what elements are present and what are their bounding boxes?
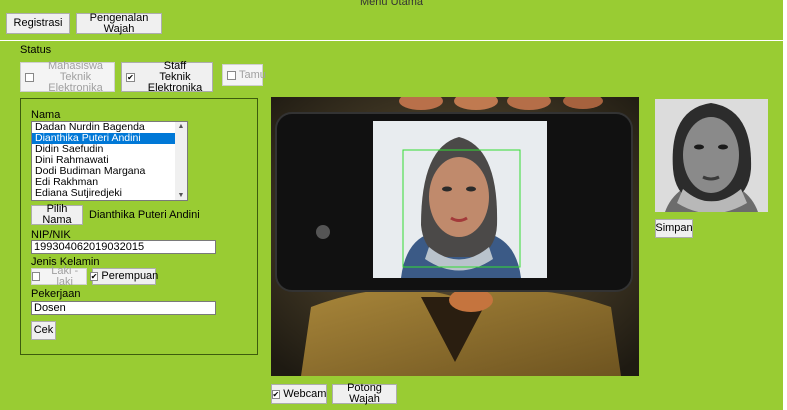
staff-checkbox-label: Staff Teknik Elektronika [147, 59, 203, 94]
nip-field[interactable] [31, 240, 216, 254]
mahasiswa-checkbox[interactable]: Mahasiswa Teknik Elektronika [20, 59, 115, 94]
status-label: Status [20, 44, 52, 56]
selected-name-text: Dianthika Puteri Andini [89, 209, 200, 221]
check-mark-icon: ✔ [271, 389, 281, 399]
list-item[interactable]: Ediana Sutjiredjeki [32, 188, 187, 199]
tamu-checkbox-label: Tamu [239, 68, 266, 81]
webcam-view [271, 97, 639, 376]
webcam-label: Webcam [283, 387, 327, 400]
tamu-checkbox-box [227, 70, 236, 80]
perempuan-label: Perempuan [101, 270, 159, 282]
name-listbox[interactable]: Dadan Nurdin Bagenda Dianthika Puteri And… [31, 121, 188, 201]
laki-laki-checkbox-box [32, 272, 41, 281]
laki-laki-label: Laki - laki [51, 264, 79, 288]
registrasi-button[interactable]: Registrasi [6, 13, 70, 34]
cropped-face-preview [655, 99, 768, 212]
check-mark-icon: ✔ [126, 72, 135, 82]
laki-laki-checkbox[interactable]: Laki - laki [31, 264, 87, 288]
toolbar-divider [0, 40, 783, 41]
window-edge [783, 0, 787, 410]
main-window: Menu Utama Registrasi Pengenalan Wajah S… [0, 0, 783, 410]
staff-checkbox[interactable]: ✔ Staff Teknik Elektronika [121, 59, 213, 94]
mahasiswa-checkbox-box [25, 72, 34, 82]
pekerjaan-field[interactable] [31, 301, 216, 315]
webcam-checkbox[interactable]: ✔ Webcam [271, 384, 327, 404]
potong-wajah-button[interactable]: Potong Wajah [332, 383, 397, 405]
listbox-scrollbar[interactable]: ▲ ▼ [175, 122, 187, 200]
pengenalan-wajah-button[interactable]: Pengenalan Wajah [76, 12, 162, 34]
cropped-face-image [655, 99, 768, 212]
mahasiswa-checkbox-label: Mahasiswa Teknik Elektronika [47, 59, 104, 94]
simpan-button[interactable]: Simpan [655, 219, 693, 238]
window-title: Menu Utama [360, 0, 423, 8]
check-mark-icon: ✔ [89, 272, 99, 281]
pilih-nama-button[interactable]: Pilih Nama [31, 204, 83, 226]
tamu-checkbox[interactable]: Tamu [222, 64, 266, 86]
cek-button[interactable]: Cek [31, 321, 56, 340]
scroll-down-arrow-icon[interactable]: ▼ [175, 192, 187, 199]
scroll-up-arrow-icon[interactable]: ▲ [175, 123, 187, 130]
perempuan-checkbox[interactable]: ✔ Perempuan [89, 268, 159, 285]
name-list: Dadan Nurdin Bagenda Dianthika Puteri And… [32, 122, 187, 199]
pekerjaan-label: Pekerjaan [31, 288, 81, 300]
nama-label: Nama [31, 109, 61, 121]
webcam-image [271, 97, 639, 376]
